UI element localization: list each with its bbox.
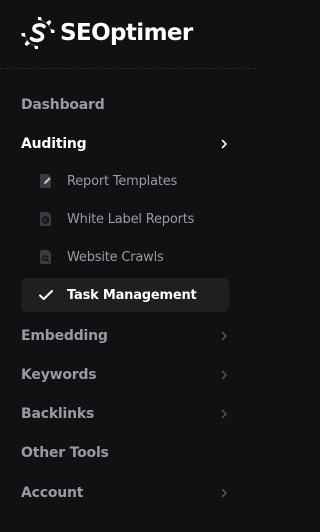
check-icon xyxy=(39,290,53,300)
sub-label-task-management: Task Management xyxy=(67,287,197,303)
nav-label-other-tools: Other Tools xyxy=(21,445,109,461)
brand-name: SEOptimer xyxy=(60,20,193,46)
nav-item-account[interactable]: Account xyxy=(21,481,236,505)
sub-item-task-management[interactable]: Task Management xyxy=(21,278,229,312)
nav-item-other-tools[interactable]: Other Tools xyxy=(21,441,236,465)
nav-item-backlinks[interactable]: Backlinks xyxy=(21,402,236,426)
chevron-right-icon xyxy=(221,409,227,419)
nav-label-dashboard: Dashboard xyxy=(21,97,105,113)
brand-logo[interactable]: SEOptimer xyxy=(18,14,193,52)
nav-label-backlinks: Backlinks xyxy=(21,406,95,422)
nav-label-account: Account xyxy=(21,485,84,501)
sub-label-website-crawls: Website Crawls xyxy=(67,249,164,265)
sub-label-white-label-reports: White Label Reports xyxy=(67,211,195,227)
chevron-right-icon xyxy=(221,139,227,149)
nav-item-keywords[interactable]: Keywords xyxy=(21,363,236,387)
chevron-right-icon xyxy=(221,331,227,341)
gear-s-logo-icon xyxy=(21,17,55,49)
nav-item-embedding[interactable]: Embedding xyxy=(21,324,236,348)
chevron-right-icon xyxy=(221,488,227,498)
file-chart-icon xyxy=(40,212,51,226)
chevron-right-icon xyxy=(221,370,227,380)
nav-item-auditing[interactable]: Auditing xyxy=(21,132,236,156)
nav-label-auditing: Auditing xyxy=(21,136,87,152)
sub-item-report-templates[interactable]: Report Templates xyxy=(21,164,229,198)
file-search-icon xyxy=(40,250,51,264)
file-pen-icon xyxy=(40,174,51,188)
sub-label-report-templates: Report Templates xyxy=(67,173,178,189)
sidebar: SEOptimer Dashboard Auditing Report Temp… xyxy=(0,0,256,532)
nav-label-keywords: Keywords xyxy=(21,367,97,383)
nav-item-dashboard[interactable]: Dashboard xyxy=(21,93,236,117)
nav-label-embedding: Embedding xyxy=(21,328,108,344)
sub-item-white-label-reports[interactable]: White Label Reports xyxy=(21,202,229,236)
divider xyxy=(0,68,256,69)
sub-item-website-crawls[interactable]: Website Crawls xyxy=(21,240,229,274)
